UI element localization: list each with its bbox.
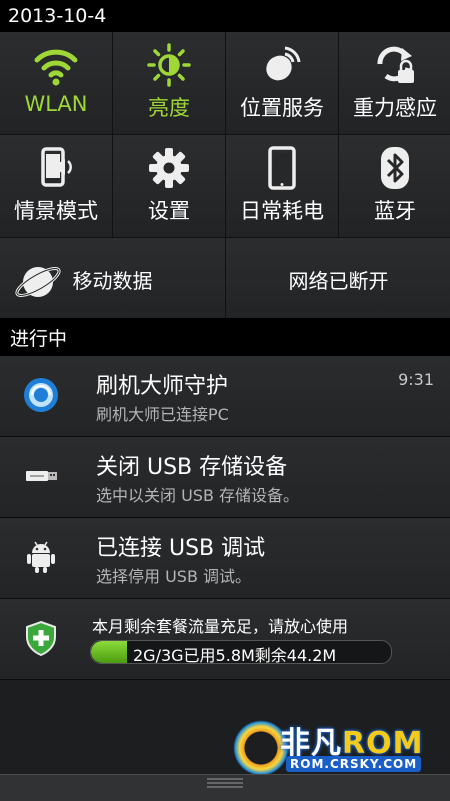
- toggle-network-status[interactable]: 网络已断开: [226, 238, 450, 320]
- toggle-label: 日常耗电: [240, 199, 324, 223]
- toggle-rotation[interactable]: 重力感应: [339, 32, 450, 134]
- usb-icon: [26, 471, 57, 481]
- notification-title: 关闭 USB 存储设备: [96, 455, 288, 480]
- quick-settings-panel: WLAN 亮度 位置服务 重力感应 情景模式 设置 日常耗电 蓝牙 移动数据 网…: [0, 32, 450, 320]
- toggle-label: 设置: [148, 199, 190, 223]
- notification-subtitle: 选择停用 USB 调试。: [96, 567, 252, 586]
- toggle-label: WLAN: [24, 92, 88, 116]
- toggle-sound-profile[interactable]: 情景模式: [0, 135, 112, 237]
- phone-icon: [268, 146, 296, 190]
- android-icon: [27, 541, 55, 573]
- toggle-label: 位置服务: [240, 96, 324, 120]
- toggle-label: 网络已断开: [288, 268, 389, 293]
- notification-usb-storage[interactable]: 关闭 USB 存储设备 选中以关闭 USB 存储设备。: [0, 437, 450, 518]
- data-usage-progress-bar: 2G/3G已用5.8M剩余44.2M: [90, 640, 392, 664]
- shield-plus-icon: [26, 620, 56, 657]
- toggle-bluetooth[interactable]: 蓝牙: [339, 135, 450, 237]
- data-usage-fill: [91, 641, 127, 663]
- toggle-label: 重力感应: [353, 96, 437, 120]
- rotation-lock-icon: [377, 46, 414, 83]
- sound-profile-icon: [41, 147, 72, 187]
- notification-title: 已连接 USB 调试: [96, 536, 266, 561]
- toggle-settings[interactable]: 设置: [113, 135, 225, 237]
- toggle-label: 情景模式: [14, 199, 98, 223]
- flash-master-icon: [24, 378, 58, 412]
- wifi-icon: [34, 49, 78, 86]
- gear-icon: [149, 148, 189, 188]
- notification-title: 刷机大师守护: [96, 374, 229, 399]
- location-icon: [266, 46, 301, 81]
- grip-icon[interactable]: [207, 776, 243, 788]
- status-bar: 2013-10-4: [0, 0, 450, 32]
- ongoing-section-header: 进行中: [0, 318, 450, 356]
- status-date: 2013-10-4: [8, 5, 107, 27]
- notification-data-usage[interactable]: 本月剩余套餐流量充足，请放心使用 2G/3G已用5.8M剩余44.2M: [0, 599, 450, 680]
- toggle-label: 亮度: [148, 96, 190, 120]
- toggle-label: 蓝牙: [374, 199, 416, 223]
- logo-site: ROM.CRSKY.COM: [286, 756, 422, 772]
- planet-icon: [15, 267, 61, 297]
- toggle-brightness[interactable]: 亮度: [113, 32, 225, 134]
- notification-subtitle: 刷机大师已连接PC: [96, 405, 229, 424]
- data-usage-title: 本月剩余套餐流量充足，请放心使用: [92, 617, 349, 636]
- bluetooth-icon: [381, 147, 409, 189]
- toggle-wlan[interactable]: WLAN: [0, 32, 112, 134]
- toggle-location[interactable]: 位置服务: [226, 32, 338, 134]
- toggle-battery-usage[interactable]: 日常耗电: [226, 135, 338, 237]
- notification-subtitle: 选中以关闭 USB 存储设备。: [96, 486, 300, 505]
- notification-flash-master[interactable]: 刷机大师守护 刷机大师已连接PC 9:31: [0, 356, 450, 437]
- data-usage-text: 2G/3G已用5.8M剩余44.2M: [133, 646, 337, 664]
- brightness-icon: [147, 43, 191, 87]
- toggle-mobile-data[interactable]: 移动数据: [0, 238, 225, 320]
- notification-time: 9:31: [398, 370, 434, 389]
- section-title: 进行中: [10, 327, 68, 350]
- toggle-label: 移动数据: [72, 268, 153, 293]
- notification-usb-debugging[interactable]: 已连接 USB 调试 选择停用 USB 调试。: [0, 518, 450, 599]
